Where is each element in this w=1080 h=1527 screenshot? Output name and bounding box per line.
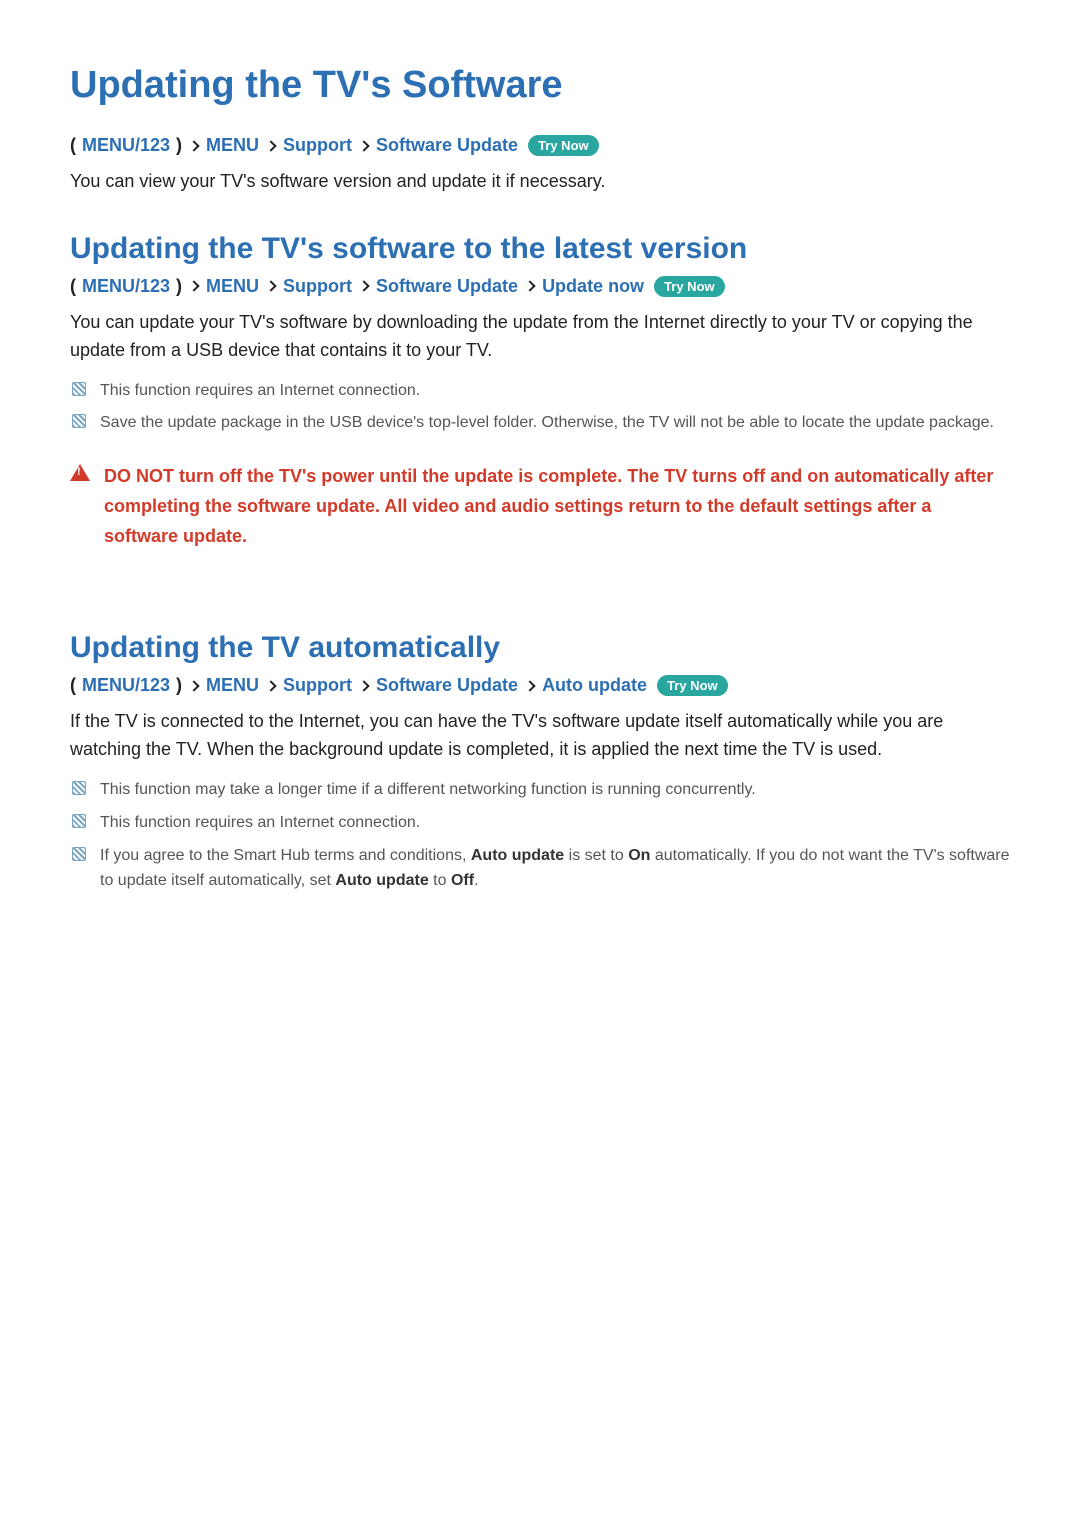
pencil-icon bbox=[72, 781, 86, 795]
bc-software-update: Software Update bbox=[376, 276, 518, 297]
update-now-paragraph: You can update your TV's software by dow… bbox=[70, 309, 1010, 365]
page-title: Updating the TV's Software bbox=[70, 64, 1010, 107]
note-item: This function requires an Internet conne… bbox=[70, 811, 1010, 836]
bc-menu: MENU bbox=[206, 135, 259, 156]
bc-auto-update: Auto update bbox=[542, 675, 647, 696]
bc-menu: MENU bbox=[206, 276, 259, 297]
bc-paren-close: ) bbox=[176, 276, 182, 297]
bc-support: Support bbox=[283, 135, 352, 156]
chevron-right-icon bbox=[358, 680, 369, 691]
note-text: This function requires an Internet conne… bbox=[100, 379, 420, 404]
breadcrumb-auto-update: ( MENU/123 ) MENU Support Software Updat… bbox=[70, 675, 1010, 696]
chevron-right-icon bbox=[358, 140, 369, 151]
pencil-icon bbox=[72, 414, 86, 428]
auto-update-paragraph: If the TV is connected to the Internet, … bbox=[70, 708, 1010, 764]
chevron-right-icon bbox=[524, 680, 535, 691]
note-text: Save the update package in the USB devic… bbox=[100, 411, 994, 436]
bc-paren-close: ) bbox=[176, 675, 182, 696]
bc-menu: MENU bbox=[206, 675, 259, 696]
bc-paren-close: ) bbox=[176, 135, 182, 156]
chevron-right-icon bbox=[188, 680, 199, 691]
note-item: This function requires an Internet conne… bbox=[70, 379, 1010, 404]
chevron-right-icon bbox=[188, 281, 199, 292]
bc-support: Support bbox=[283, 276, 352, 297]
note-item: If you agree to the Smart Hub terms and … bbox=[70, 844, 1010, 894]
note-text: This function requires an Internet conne… bbox=[100, 811, 420, 836]
breadcrumb-main: ( MENU/123 ) MENU Support Software Updat… bbox=[70, 135, 1010, 156]
bc-paren-open: ( bbox=[70, 675, 76, 696]
bc-support: Support bbox=[283, 675, 352, 696]
section-heading-latest: Updating the TV's software to the latest… bbox=[70, 232, 1010, 266]
pencil-icon bbox=[72, 382, 86, 396]
bc-menu123: MENU/123 bbox=[82, 675, 170, 696]
try-now-badge[interactable]: Try Now bbox=[657, 675, 728, 696]
note-item: Save the update package in the USB devic… bbox=[70, 411, 1010, 436]
bc-software-update: Software Update bbox=[376, 135, 518, 156]
try-now-badge[interactable]: Try Now bbox=[654, 276, 725, 297]
breadcrumb-update-now: ( MENU/123 ) MENU Support Software Updat… bbox=[70, 276, 1010, 297]
chevron-right-icon bbox=[524, 281, 535, 292]
warning-text: DO NOT turn off the TV's power until the… bbox=[104, 462, 1010, 551]
warning-icon bbox=[70, 464, 90, 481]
note-item: This function may take a longer time if … bbox=[70, 778, 1010, 803]
bc-paren-open: ( bbox=[70, 276, 76, 297]
pencil-icon bbox=[72, 814, 86, 828]
try-now-badge[interactable]: Try Now bbox=[528, 135, 599, 156]
bc-menu123: MENU/123 bbox=[82, 135, 170, 156]
bc-paren-open: ( bbox=[70, 135, 76, 156]
chevron-right-icon bbox=[265, 281, 276, 292]
note-text: This function may take a longer time if … bbox=[100, 778, 756, 803]
chevron-right-icon bbox=[358, 281, 369, 292]
warning-block: DO NOT turn off the TV's power until the… bbox=[70, 462, 1010, 551]
bc-menu123: MENU/123 bbox=[82, 276, 170, 297]
bc-update-now: Update now bbox=[542, 276, 644, 297]
section-heading-auto: Updating the TV automatically bbox=[70, 631, 1010, 665]
bc-software-update: Software Update bbox=[376, 675, 518, 696]
chevron-right-icon bbox=[265, 140, 276, 151]
note-text: If you agree to the Smart Hub terms and … bbox=[100, 844, 1010, 894]
chevron-right-icon bbox=[265, 680, 276, 691]
chevron-right-icon bbox=[188, 140, 199, 151]
pencil-icon bbox=[72, 847, 86, 861]
intro-paragraph: You can view your TV's software version … bbox=[70, 168, 1010, 196]
